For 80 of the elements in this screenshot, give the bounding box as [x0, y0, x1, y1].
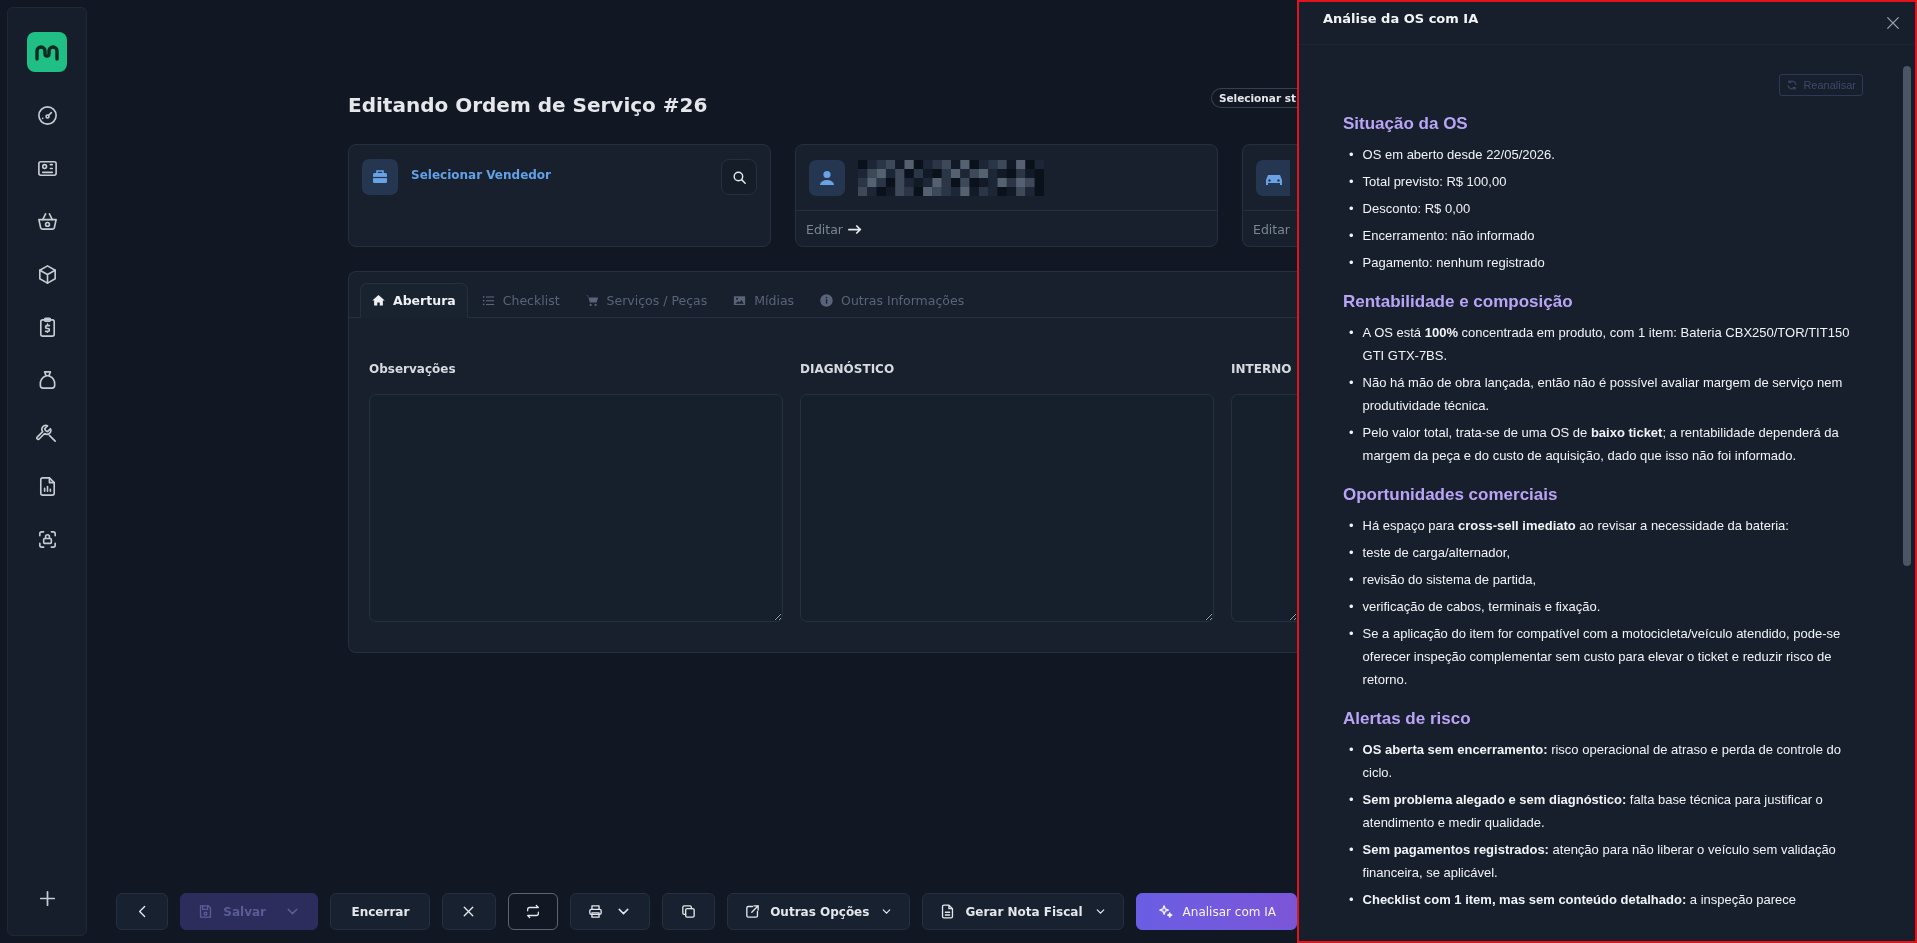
bullet-mark: •	[1349, 891, 1354, 909]
analysis-item: revisão do sistema de partida,	[1362, 571, 1537, 589]
bullet-mark: •	[1349, 598, 1354, 616]
analysis-item: Sem problema alegado e sem diagnóstico: falta base técnica para justificar o atendimento e medir qualidade.	[1362, 791, 1824, 832]
wrench-icon[interactable]	[35, 422, 59, 445]
copy-button[interactable]	[661, 893, 716, 930]
analysis-item: Sem pagamentos registrados: atenção para não liberar o veículo sem validação financeira, se aplicável.	[1362, 841, 1837, 882]
info-icon	[819, 293, 835, 308]
bullet-mark: •	[1349, 517, 1354, 535]
analysis-item: Total previsto: R$ 100,00	[1362, 173, 1508, 191]
field-label: DIAGNÓSTICO	[800, 362, 896, 376]
bullet-mark: •	[1349, 227, 1354, 245]
arrow-right-icon	[848, 225, 862, 234]
tab[interactable]: Abertura	[360, 283, 468, 318]
edit-link[interactable]: Editar	[806, 222, 862, 237]
ai-button[interactable]: Analisar com IA	[1135, 893, 1297, 930]
field-label: Observações	[369, 362, 457, 376]
page-title: Editando Ordem de Serviço #26	[348, 93, 708, 117]
image-icon	[732, 293, 748, 308]
repeat-button[interactable]	[507, 893, 558, 930]
analysis-item: Não há mão de obra lançada, então não é possível avaliar margem de serviço nem produtividade técnica.	[1362, 374, 1844, 415]
analysis-item: A OS está 100% concentrada em produto, com 1 item: Bateria CBX250/TOR/TIT150 GTI GTX-7BS.	[1362, 324, 1851, 365]
analysis-item: teste de carga/alternador,	[1362, 544, 1511, 562]
home-icon	[371, 293, 386, 308]
bullet-mark: •	[1349, 173, 1354, 191]
analysis-item: Há espaço para cross-sell imediato ao revisar a necessidade da bateria:	[1362, 517, 1790, 535]
analysis-item: Desconto: R$ 0,00	[1362, 200, 1472, 218]
analysis-item: Se a aplicação do item for compatível com a motocicleta/veículo atendido, pode-se oferecer inspeção complementar sem custo para elevar o ticket e reduzir risco de retorno.	[1362, 625, 1842, 689]
print-button[interactable]	[569, 893, 650, 930]
bullet-mark: •	[1349, 625, 1354, 643]
analysis-item: Pelo valor total, trata-se de uma OS de baixo ticket; a rentabilidade dependerá da margem da peça e do custo de aquisição, dado que isso não foi informado.	[1362, 424, 1840, 465]
bullet-mark: •	[1349, 254, 1354, 272]
field-label: INTERNO	[1231, 362, 1293, 376]
basket-icon[interactable]	[35, 210, 59, 233]
bullet-mark: •	[1349, 791, 1354, 809]
link-menu-button[interactable]: Outras Opções	[727, 893, 911, 930]
bullet-mark: •	[1349, 200, 1354, 218]
doc-menu-button[interactable]: Gerar Nota Fiscal	[922, 893, 1124, 930]
search-button[interactable]	[721, 159, 757, 195]
select-seller-link[interactable]: Selecionar Vendedor	[411, 168, 708, 182]
analysis-item: OS aberta sem encerramento: risco operacional de atraso e perda de controle do ciclo.	[1362, 741, 1842, 782]
analysis-item: OS em aberto desde 22/05/2026.	[1362, 146, 1556, 164]
tab[interactable]: Mídias	[721, 283, 807, 318]
bullet-mark: •	[1349, 146, 1354, 164]
logo-icon[interactable]	[27, 32, 67, 72]
list-icon	[480, 293, 496, 308]
close-button[interactable]	[442, 893, 496, 930]
bullet-mark: •	[1349, 374, 1354, 392]
car-icon	[1256, 159, 1290, 196]
copy-icon	[680, 903, 697, 920]
tab[interactable]: Checklist	[469, 283, 572, 318]
section-heading: Situação da OS	[1343, 113, 1469, 135]
external-link-icon	[744, 903, 762, 920]
text-button[interactable]: Encerrar	[330, 893, 431, 930]
gauge-icon[interactable]	[35, 104, 59, 127]
bullet-mark: •	[1349, 544, 1354, 562]
bullet-mark: •	[1349, 424, 1354, 442]
analysis-item: Checklist com 1 item, mas sem conteúdo detalhado: a inspeção parece	[1362, 891, 1798, 909]
edit-link[interactable]: Editar	[1253, 222, 1290, 237]
section-heading: Alertas de risco	[1343, 708, 1472, 730]
analysis-item: Encerramento: não informado	[1362, 227, 1536, 245]
repeat-icon	[524, 903, 541, 920]
bullet-mark: •	[1349, 324, 1354, 342]
tab[interactable]: Outras Informações	[808, 283, 977, 318]
printer-icon	[587, 903, 605, 920]
section-heading: Rentabilidade e composição	[1343, 291, 1574, 313]
briefcase-icon	[362, 159, 398, 195]
panel-title: Análise da OS com IA	[1323, 11, 1479, 26]
person-icon	[809, 159, 845, 196]
bullet-mark: •	[1349, 741, 1354, 759]
sparkle-icon	[1156, 903, 1174, 920]
close-icon[interactable]	[1885, 15, 1901, 31]
analysis-item: verificação de cabos, terminais e fixação.	[1362, 598, 1602, 616]
refresh-icon	[1786, 79, 1799, 91]
search-icon	[730, 168, 748, 186]
bullet-mark: •	[1349, 571, 1354, 589]
tab[interactable]: Serviços / Peças	[573, 283, 720, 318]
section-heading: Oportunidades comerciais	[1343, 484, 1559, 506]
bullet-mark: •	[1349, 841, 1354, 859]
analysis-item: Pagamento: nenhum registrado	[1362, 254, 1546, 272]
